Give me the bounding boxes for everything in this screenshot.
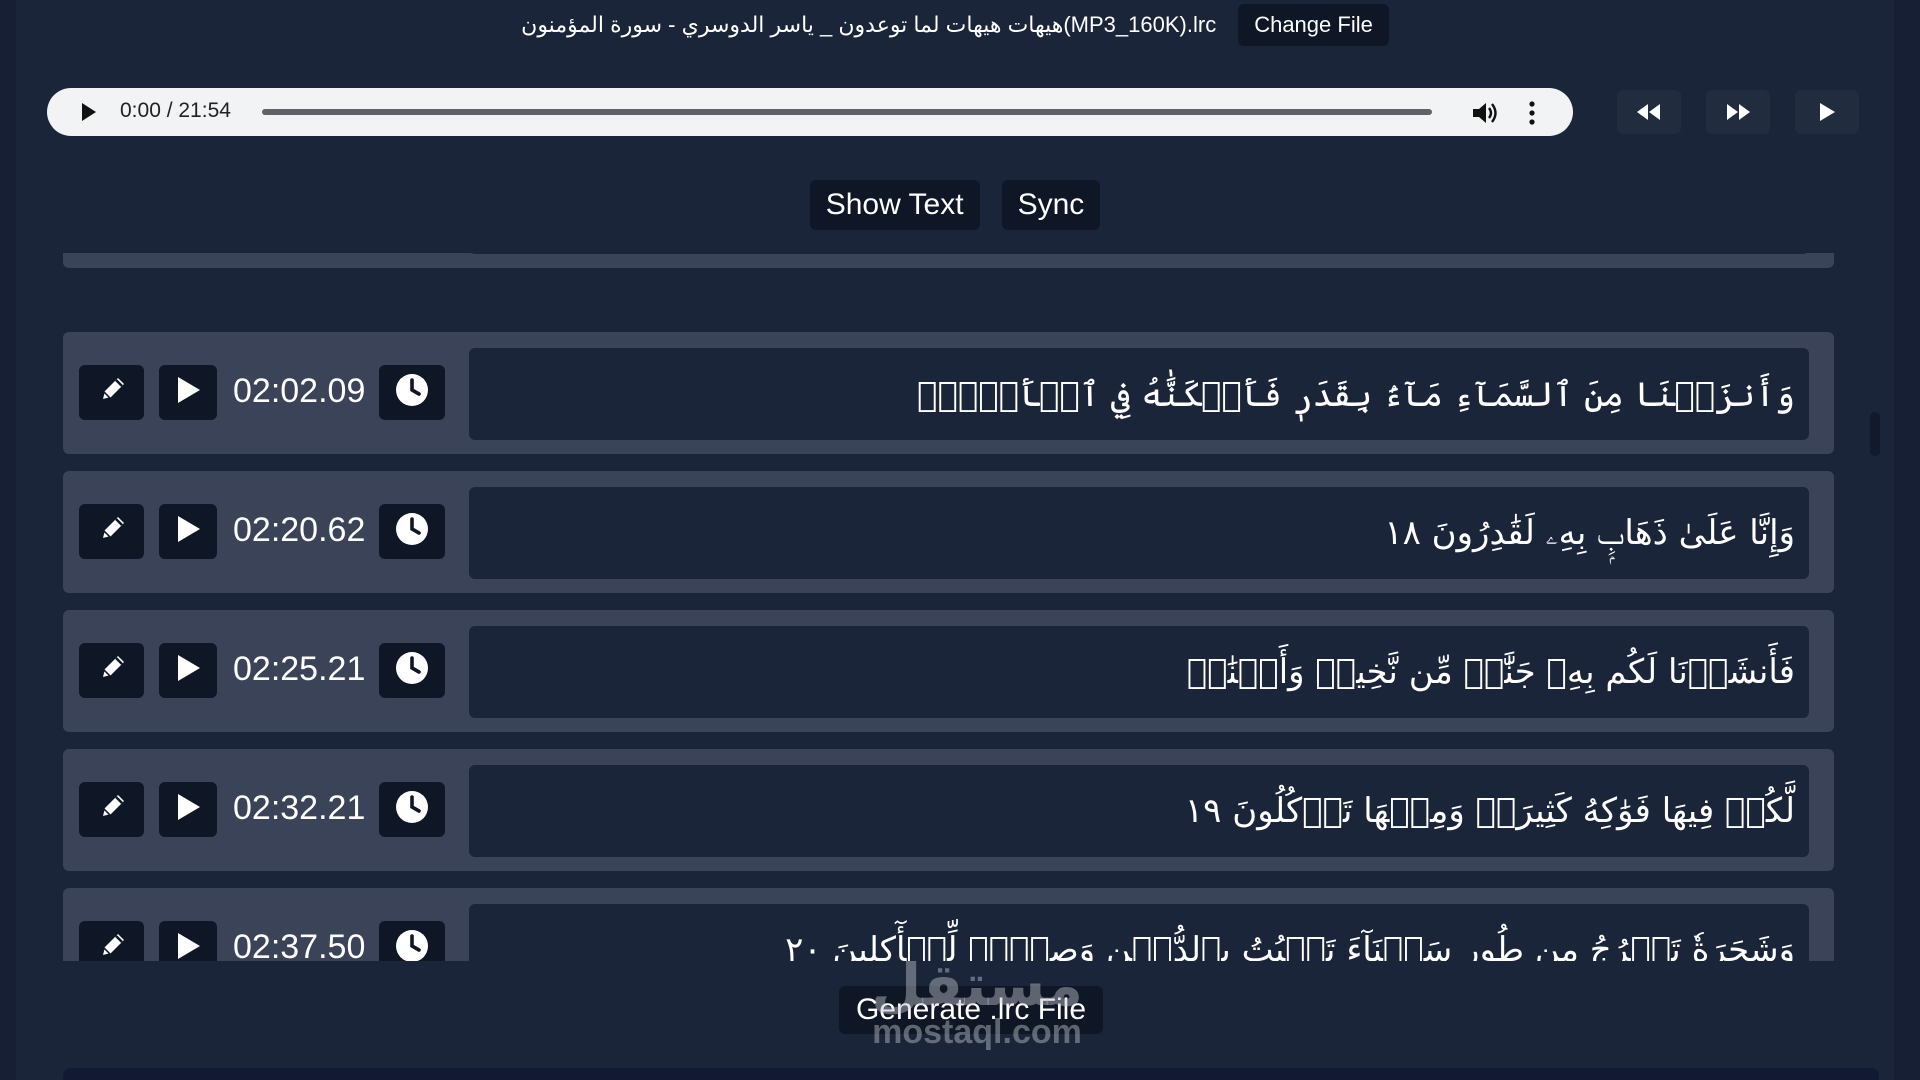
clock-icon xyxy=(394,372,430,413)
pencil-icon xyxy=(95,512,129,551)
verse-text-box[interactable]: لَّكُمۡ فِيهَا فَوَٰكِهُ كَثِيرَةٞ وَمِن… xyxy=(469,765,1809,857)
lyric-row: 02:02.09 وَأَنزَلۡنَا مِنَ ٱلسَّمَآءِ مَآ… xyxy=(63,332,1834,454)
play-button[interactable] xyxy=(1795,90,1859,134)
verse-text-box[interactable]: وَشَجَرَةٗ تَخۡرُجُ مِن طُورِ سَيۡنَآءَ … xyxy=(469,904,1809,961)
verse-text: وَأَنزَلۡنَا مِنَ ٱلسَّمَآءِ مَآءَۢ بِقَ… xyxy=(917,375,1795,415)
pencil-icon xyxy=(95,929,129,961)
row-play-button[interactable] xyxy=(159,643,217,698)
more-vertical-icon[interactable] xyxy=(1525,98,1539,128)
play-icon xyxy=(174,653,202,688)
verse-text: وَشَجَرَةٗ تَخۡرُجُ مِن طُورِ سَيۡنَآءَ … xyxy=(785,930,1795,961)
edit-button[interactable] xyxy=(79,643,144,698)
scrollbar[interactable] xyxy=(1870,412,1880,456)
player-time: 0:00 / 21:54 xyxy=(120,99,231,122)
rewind-icon xyxy=(1637,104,1660,120)
row-timestamp: 02:32.21 xyxy=(233,789,366,827)
row-timestamp: 02:20.62 xyxy=(233,511,366,549)
lyric-row: 02:20.62 وَإِنَّا عَلَىٰ ذَهَابِۭ بِهِۦ ل… xyxy=(63,471,1834,593)
rewind-button[interactable] xyxy=(1617,90,1681,134)
edit-button[interactable] xyxy=(79,782,144,837)
play-icon xyxy=(174,375,202,410)
tab-sync[interactable]: Sync xyxy=(1001,180,1101,230)
verse-text-box[interactable]: وَلَقَدۡ خَلَقۡنَا فَوۡقَكُمۡ سَبۡعَ طَر… xyxy=(469,253,1809,254)
mode-tabs: Show Text Sync xyxy=(16,180,1894,230)
fast-forward-button[interactable] xyxy=(1706,90,1770,134)
verse-text: لَّكُمۡ فِيهَا فَوَٰكِهُ كَثِيرَةٞ وَمِن… xyxy=(1184,791,1795,831)
row-timestamp: 02:02.09 xyxy=(233,372,366,410)
edit-button[interactable] xyxy=(79,921,144,961)
lyric-row: 02:25.21 فَأَنشَأۡنَا لَكُم بِهِۦ جَنَّٰت… xyxy=(63,610,1834,732)
row-play-button[interactable] xyxy=(159,782,217,837)
clock-icon xyxy=(394,511,430,552)
play-icon[interactable] xyxy=(77,101,99,123)
fast-forward-icon xyxy=(1727,104,1750,120)
pencil-icon xyxy=(95,790,129,829)
volume-icon[interactable] xyxy=(1469,98,1499,128)
audio-controls: 0:00 / 21:54 xyxy=(47,88,1877,136)
lyric-row: 02:37.50 وَشَجَرَةٗ تَخۡرُجُ مِن طُورِ سَ… xyxy=(63,888,1834,961)
generate-lrc-button[interactable]: Generate .lrc File xyxy=(839,986,1103,1034)
verse-text: وَإِنَّا عَلَىٰ ذَهَابِۭ بِهِۦ لَقَٰدِرُ… xyxy=(1384,513,1795,553)
set-time-button[interactable] xyxy=(379,921,445,961)
play-icon xyxy=(174,931,202,961)
row-play-button[interactable] xyxy=(159,365,217,420)
lyric-row: 01:53.62وَلَقَدۡ خَلَقۡنَا فَوۡقَكُمۡ سَ… xyxy=(63,253,1834,268)
progress-track[interactable] xyxy=(262,109,1432,115)
app-window: هيهات هيهات لما توعدون _ ياسر الدوسري - … xyxy=(16,0,1894,1080)
edit-button[interactable] xyxy=(79,504,144,559)
pencil-icon xyxy=(95,651,129,690)
verse-text-box[interactable]: فَأَنشَأۡنَا لَكُم بِهِۦ جَنَّٰتٖ مِّن ن… xyxy=(469,626,1809,718)
clock-icon xyxy=(394,928,430,961)
verse-text-box[interactable]: وَإِنَّا عَلَىٰ ذَهَابِۭ بِهِۦ لَقَٰدِرُ… xyxy=(469,487,1809,579)
edit-button[interactable] xyxy=(79,365,144,420)
row-timestamp: 02:25.21 xyxy=(233,650,366,688)
set-time-button[interactable] xyxy=(379,365,445,420)
play-icon xyxy=(1820,103,1835,121)
lyric-row: 02:32.21 لَّكُمۡ فِيهَا فَوَٰكِهُ كَثِيرَ… xyxy=(63,749,1834,871)
set-time-button[interactable] xyxy=(379,504,445,559)
play-icon xyxy=(174,514,202,549)
row-timestamp: 02:37.50 xyxy=(233,928,366,961)
lyrics-list[interactable]: 01:53.62وَلَقَدۡ خَلَقۡنَا فَوۡقَكُمۡ سَ… xyxy=(63,253,1850,961)
row-play-button[interactable] xyxy=(159,504,217,559)
file-name: هيهات هيهات لما توعدون _ ياسر الدوسري - … xyxy=(521,12,1217,37)
set-time-button[interactable] xyxy=(379,643,445,698)
clock-icon xyxy=(394,789,430,830)
tab-show-text[interactable]: Show Text xyxy=(809,180,980,230)
verse-text-box[interactable]: وَأَنزَلۡنَا مِنَ ٱلسَّمَآءِ مَآءَۢ بِقَ… xyxy=(469,348,1809,440)
row-play-button[interactable] xyxy=(159,921,217,961)
file-bar: هيهات هيهات لما توعدون _ ياسر الدوسري - … xyxy=(16,0,1894,50)
verse-text: فَأَنشَأۡنَا لَكُم بِهِۦ جَنَّٰتٖ مِّن ن… xyxy=(1186,652,1795,692)
bottom-strip xyxy=(63,1068,1879,1080)
clock-icon xyxy=(394,650,430,691)
change-file-button[interactable]: Change File xyxy=(1238,4,1389,46)
set-time-button[interactable] xyxy=(379,782,445,837)
audio-player: 0:00 / 21:54 xyxy=(47,88,1573,136)
pencil-icon xyxy=(95,373,129,412)
play-icon xyxy=(174,792,202,827)
